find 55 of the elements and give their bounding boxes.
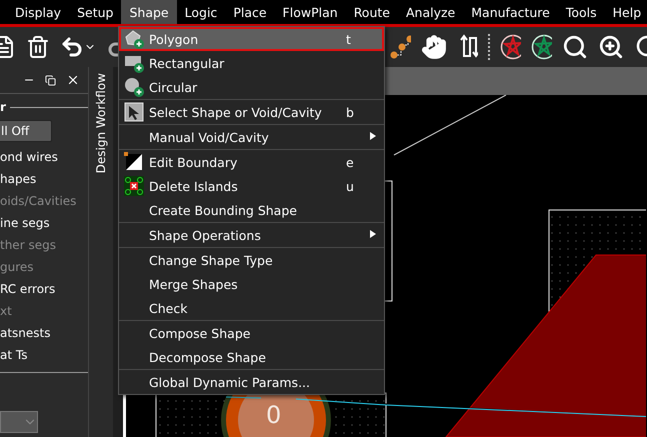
menu-item[interactable]: Analyze xyxy=(398,0,464,24)
menu-entry[interactable]: Decompose Shape xyxy=(119,345,384,369)
menu-entry[interactable]: Merge Shapes xyxy=(119,272,384,296)
menu-item[interactable]: Logic xyxy=(176,0,226,24)
section-title: r xyxy=(0,100,6,114)
star-circle-icon[interactable] xyxy=(500,34,521,60)
trash-icon[interactable] xyxy=(26,35,50,59)
menu-entry[interactable]: Select Shape or Void/Cavity b xyxy=(119,100,384,124)
menu-item[interactable]: Tools xyxy=(558,0,605,24)
menu-item[interactable]: Shape xyxy=(121,0,177,24)
menu-entry[interactable]: Delete Islands u xyxy=(119,174,384,198)
menu-item[interactable]: Setup xyxy=(69,0,122,24)
visibility-item[interactable]: xt xyxy=(0,300,88,322)
menu-entry[interactable]: Create Bounding Shape xyxy=(119,198,384,222)
polygon-add-icon xyxy=(124,29,144,49)
visibility-item[interactable]: atsnests xyxy=(0,322,88,344)
visibility-item[interactable]: ine segs xyxy=(0,212,88,234)
visibility-item[interactable]: ther segs xyxy=(0,234,88,256)
menu-item[interactable]: Help xyxy=(604,0,647,24)
visibility-item[interactable]: gures xyxy=(0,256,88,278)
star-ring-icon[interactable] xyxy=(530,34,552,60)
menu-entry[interactable]: Check xyxy=(119,296,384,320)
hand-icon[interactable] xyxy=(420,34,447,60)
restore-icon[interactable] xyxy=(45,74,56,86)
menu-entry[interactable]: Polygon t xyxy=(119,27,384,51)
menu-item[interactable]: Manufacture xyxy=(463,0,558,24)
visibility-item[interactable]: oids/Cavities xyxy=(0,190,88,212)
menu-item[interactable]: Display xyxy=(7,0,70,24)
menu-entry[interactable]: Shape Operations xyxy=(119,223,384,247)
undo-icon[interactable] xyxy=(60,35,96,59)
visibility-item[interactable]: at Ts xyxy=(0,344,88,366)
route-icon[interactable] xyxy=(388,33,411,61)
visibility-item[interactable]: ond wires xyxy=(0,146,88,168)
submenu-arrow-icon xyxy=(370,230,376,238)
visibility-item[interactable]: RC errors xyxy=(0,278,88,300)
rectangle-add-icon xyxy=(124,53,144,73)
submenu-arrow-icon xyxy=(370,132,376,140)
menu-item[interactable]: Route xyxy=(346,0,398,24)
workflow-tab[interactable]: Design Workflow xyxy=(94,73,108,174)
menu-entry[interactable]: Global Dynamic Params... xyxy=(119,370,384,394)
pad-label: 0 xyxy=(266,403,282,427)
menu-entry[interactable]: Manual Void/Cavity xyxy=(119,125,384,149)
visibility-item[interactable]: hapes xyxy=(0,168,88,190)
menu-entry[interactable]: Circular xyxy=(119,75,384,99)
all-off-button[interactable]: ll Off xyxy=(0,120,52,142)
circle-add-icon xyxy=(124,77,144,97)
menu-item[interactable]: FlowPlan xyxy=(274,0,346,24)
menu-item[interactable]: Place xyxy=(225,0,275,24)
close-icon[interactable] xyxy=(66,73,80,87)
islands-icon xyxy=(124,176,144,196)
menu-entry[interactable]: Change Shape Type xyxy=(119,248,384,272)
menu-entry[interactable]: Rectangular xyxy=(119,51,384,75)
menu-entry[interactable]: Compose Shape xyxy=(119,321,384,345)
menu-entry[interactable]: Edit Boundary e xyxy=(119,150,384,174)
boundary-icon xyxy=(124,152,144,172)
